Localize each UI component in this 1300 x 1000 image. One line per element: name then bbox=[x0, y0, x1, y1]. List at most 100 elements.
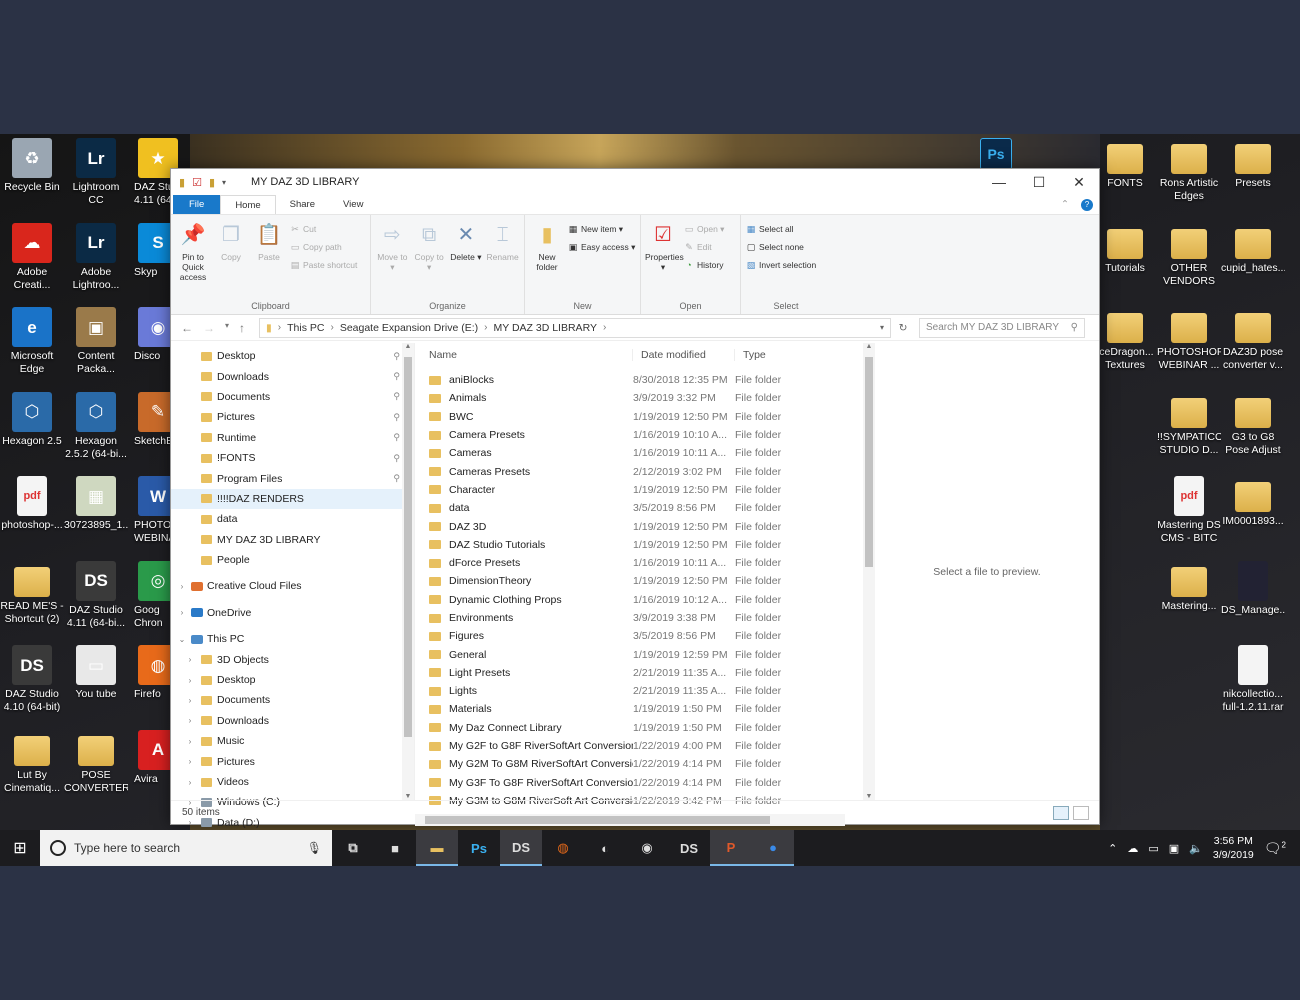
nav-scroll-thumb[interactable] bbox=[404, 357, 412, 737]
chevron-right-icon[interactable]: › bbox=[185, 737, 195, 746]
taskbar-file-explorer-icon[interactable]: ▬ bbox=[416, 830, 458, 866]
tab-file[interactable]: File bbox=[173, 195, 221, 214]
nav-pc-item[interactable]: › 3D Objects bbox=[171, 649, 414, 669]
file-row[interactable]: My G3F To G8F RiverSoftArt Conversions 1/… bbox=[415, 774, 863, 792]
desktop-icon[interactable]: PHOTOSHOP WEBINAR ... bbox=[1157, 303, 1221, 372]
desktop-icon[interactable]: IM0001893... bbox=[1221, 472, 1285, 528]
show-hidden-icons-chevron-icon[interactable]: ⌃ bbox=[1108, 842, 1117, 855]
desktop-icon[interactable]: ☁ Adobe Creati... bbox=[0, 219, 64, 292]
nav-item[interactable]: Documents ⚲ bbox=[171, 387, 414, 407]
nav-item[interactable]: Runtime ⚲ bbox=[171, 428, 414, 448]
properties-button[interactable]: ☑ Properties ▾ bbox=[645, 219, 684, 314]
nav-item[interactable]: data bbox=[171, 509, 414, 529]
desktop-icon[interactable]: e Microsoft Edge bbox=[0, 303, 64, 376]
easy-access-button[interactable]: ▣ Easy access ▾ bbox=[567, 239, 636, 255]
desktop-icon[interactable]: OTHER VENDORS bbox=[1157, 219, 1221, 288]
scroll-down-icon[interactable]: ▼ bbox=[863, 793, 875, 800]
taskbar-firefox-icon[interactable]: ◍ bbox=[542, 830, 584, 866]
chevron-right-icon[interactable]: › bbox=[185, 757, 195, 766]
chevron-right-icon[interactable]: › bbox=[177, 608, 187, 617]
column-type[interactable]: Type bbox=[735, 349, 835, 361]
nav-item[interactable]: Program Files ⚲ bbox=[171, 468, 414, 488]
desktop-icon[interactable]: POSE CONVERTER bbox=[64, 726, 128, 795]
desktop-icon[interactable]: ⬡ Hexagon 2.5.2 (64-bi... bbox=[64, 388, 128, 461]
desktop-icon[interactable]: Rons Artistic Edges bbox=[1157, 134, 1221, 203]
paste-button[interactable]: 📋 Paste bbox=[251, 219, 287, 314]
nav-item[interactable]: Downloads ⚲ bbox=[171, 366, 414, 386]
chevron-down-icon[interactable]: ⌄ bbox=[177, 635, 187, 644]
windows-start-icon[interactable]: ⊞ bbox=[0, 838, 40, 858]
desktop-icon[interactable]: ▭ You tube bbox=[64, 641, 128, 701]
tab-share[interactable]: Share bbox=[276, 195, 329, 214]
nav-pc-item[interactable]: › Desktop bbox=[171, 670, 414, 690]
desktop-icon[interactable]: Lut By Cinematiq... bbox=[0, 726, 64, 795]
nav-pc-item[interactable]: › Videos bbox=[171, 772, 414, 792]
desktop-icon[interactable]: ▦ 30723895_1... bbox=[64, 472, 128, 532]
file-row[interactable]: Camera Presets 1/16/2019 10:10 A... File f… bbox=[415, 426, 863, 444]
file-row[interactable]: Environments 3/9/2019 3:38 PM File folder bbox=[415, 609, 863, 627]
maximize-button[interactable]: ☐ bbox=[1019, 174, 1059, 191]
tab-home[interactable]: Home bbox=[220, 195, 276, 214]
file-row[interactable]: DimensionTheory 1/19/2019 12:50 PM File fo… bbox=[415, 572, 863, 590]
taskbar-media-app-icon[interactable]: ■ bbox=[374, 830, 416, 866]
file-row[interactable]: Cameras 1/16/2019 10:11 A... File folder bbox=[415, 444, 863, 462]
taskbar-daz-studio-2-icon[interactable]: DS bbox=[668, 830, 710, 866]
desktop-icon[interactable]: DS DAZ Studio 4.10 (64-bit) bbox=[0, 641, 64, 714]
file-list-scrollbar[interactable]: ▲ ▼ bbox=[863, 343, 875, 800]
nav-item[interactable]: Pictures ⚲ bbox=[171, 407, 414, 427]
nav-item[interactable]: !!!!DAZ RENDERS bbox=[171, 488, 414, 510]
nav-pc-item[interactable]: › Downloads bbox=[171, 711, 414, 731]
edit-button[interactable]: ✎ Edit bbox=[683, 239, 724, 255]
copy-to-button[interactable]: ⧉ Copy to ▾ bbox=[412, 219, 447, 314]
file-row[interactable]: DAZ 3D 1/19/2019 12:50 PM File folder bbox=[415, 517, 863, 535]
network-icon[interactable]: ▣ bbox=[1169, 842, 1179, 855]
close-button[interactable]: ✕ bbox=[1059, 174, 1099, 191]
desktop-icon[interactable]: READ ME'S - Shortcut (2) bbox=[0, 557, 64, 626]
nav-root-this-pc[interactable]: ⌄ This PC bbox=[171, 629, 414, 649]
desktop-icon[interactable]: DAZ3D pose converter v... bbox=[1221, 303, 1285, 372]
chevron-right-icon[interactable]: › bbox=[177, 582, 187, 591]
file-row[interactable]: Materials 1/19/2019 1:50 PM File folder bbox=[415, 700, 863, 718]
desktop-icon[interactable]: IceDragon... Textures bbox=[1093, 303, 1157, 372]
pin-quick-access-button[interactable]: 📌 Pin to Quick access bbox=[175, 219, 211, 314]
recent-chevron-icon[interactable]: ▾ bbox=[225, 321, 229, 335]
desktop-icon[interactable]: Tutorials bbox=[1093, 219, 1157, 275]
nav-item[interactable]: People bbox=[171, 550, 414, 570]
cloud-icon[interactable]: ☁ bbox=[1127, 842, 1138, 855]
desktop-icon[interactable]: DS DAZ Studio 4.11 (64-bi... bbox=[64, 557, 128, 630]
file-row[interactable]: Cameras Presets 2/12/2019 3:02 PM File fol… bbox=[415, 462, 863, 480]
select-all-button[interactable]: ▦ Select all bbox=[745, 221, 816, 237]
desktop-icon[interactable]: nikcollectio... full-1.2.11.rar bbox=[1221, 641, 1285, 714]
file-row[interactable]: aniBlocks 8/30/2018 12:35 PM File folder bbox=[415, 371, 863, 389]
chevron-right-icon[interactable]: › bbox=[185, 676, 195, 685]
large-icons-view-icon[interactable] bbox=[1073, 805, 1089, 820]
copy-path-button[interactable]: ▭ Copy path bbox=[289, 239, 357, 255]
new-folder-icon[interactable]: ▮ bbox=[209, 176, 215, 189]
desktop-icon[interactable]: Lr Lightroom CC bbox=[64, 134, 128, 207]
new-folder-button[interactable]: ▮ New folder bbox=[529, 219, 565, 314]
file-row[interactable]: data 3/5/2019 8:56 PM File folder bbox=[415, 499, 863, 517]
nav-pc-item[interactable]: › Music bbox=[171, 731, 414, 751]
taskbar-daz-studio-icon[interactable]: DS bbox=[500, 830, 542, 866]
nav-root-onedrive[interactable]: › OneDrive bbox=[171, 603, 414, 623]
chevron-right-icon[interactable]: › bbox=[185, 696, 195, 705]
nav-scrollbar[interactable]: ▲ ▼ bbox=[402, 343, 414, 800]
breadcrumb[interactable]: ▮ › This PC › Seagate Expansion Drive (E… bbox=[259, 317, 891, 338]
breadcrumb-drive[interactable]: Seagate Expansion Drive (E:) bbox=[340, 322, 478, 334]
search-input[interactable]: Search MY DAZ 3D LIBRARY ⚲ bbox=[919, 317, 1085, 338]
properties-check-icon[interactable]: ☑ bbox=[192, 176, 202, 189]
desktop-icon[interactable]: FONTS bbox=[1093, 134, 1157, 190]
file-row[interactable]: dForce Presets 1/16/2019 10:11 A... File f… bbox=[415, 554, 863, 572]
up-arrow-icon[interactable]: ↑ bbox=[239, 321, 245, 335]
taskbar-zoom-icon[interactable]: ● bbox=[752, 830, 794, 866]
breadcrumb-library[interactable]: MY DAZ 3D LIBRARY bbox=[493, 322, 596, 334]
desktop-icon[interactable]: !!SYMPATICO STUDIO D... bbox=[1157, 388, 1221, 457]
details-view-icon[interactable] bbox=[1053, 805, 1069, 820]
desktop-icon[interactable]: ⬡ Hexagon 2.5 bbox=[0, 388, 64, 448]
nav-root-creative-cloud[interactable]: › Creative Cloud Files bbox=[171, 576, 414, 596]
chevron-down-icon[interactable]: ▾ bbox=[222, 178, 226, 187]
cut-button[interactable]: ✂ Cut bbox=[289, 221, 357, 237]
chevron-right-icon[interactable]: › bbox=[185, 778, 195, 787]
taskbar-photoshop-icon[interactable]: Ps bbox=[458, 830, 500, 866]
history-button[interactable]: ◔ History bbox=[683, 257, 724, 273]
